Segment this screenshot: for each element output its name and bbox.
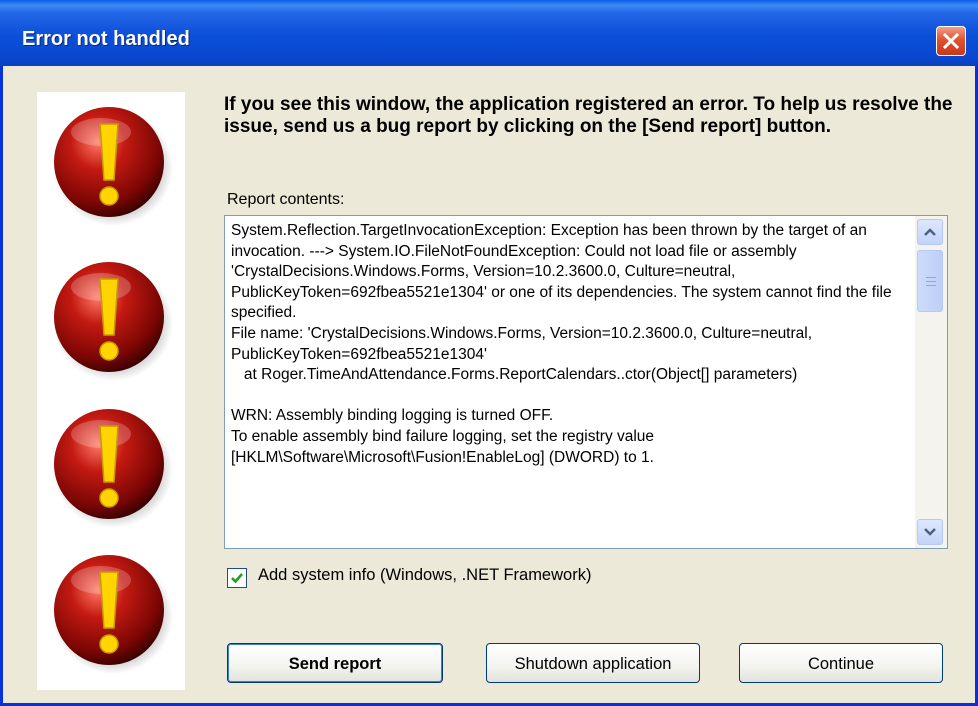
warning-exclamation-icon <box>49 550 174 675</box>
scroll-thumb[interactable] <box>917 250 943 312</box>
report-contents-text[interactable]: System.Reflection.TargetInvocationExcept… <box>231 221 911 468</box>
title-bar[interactable]: Error not handled <box>0 0 978 66</box>
warning-exclamation-icon <box>49 102 174 227</box>
scroll-up-button[interactable] <box>917 219 943 245</box>
report-contents-textarea[interactable]: System.Reflection.TargetInvocationExcept… <box>224 215 948 549</box>
add-system-info-label[interactable]: Add system info (Windows, .NET Framework… <box>258 566 591 585</box>
window-title: Error not handled <box>22 28 190 50</box>
scroll-down-button[interactable] <box>917 519 943 545</box>
checkmark-icon <box>231 573 243 584</box>
vertical-scrollbar[interactable] <box>915 216 947 548</box>
continue-button[interactable]: Continue <box>739 643 943 683</box>
warning-exclamation-icon <box>49 257 174 382</box>
grip-line <box>926 277 936 278</box>
shutdown-application-button[interactable]: Shutdown application <box>486 643 700 683</box>
send-report-button[interactable]: Send report <box>227 643 443 683</box>
chevron-down-icon <box>924 528 936 536</box>
close-icon <box>943 33 959 49</box>
chevron-up-icon <box>924 228 936 236</box>
add-system-info-checkbox[interactable] <box>227 568 247 588</box>
error-message-heading: If you see this window, the application … <box>224 94 953 137</box>
warning-icon-strip <box>37 92 185 690</box>
close-button[interactable] <box>936 26 966 56</box>
report-contents-label: Report contents: <box>227 191 345 208</box>
grip-line <box>926 281 936 282</box>
warning-exclamation-icon <box>49 404 174 529</box>
grip-line <box>926 285 936 286</box>
